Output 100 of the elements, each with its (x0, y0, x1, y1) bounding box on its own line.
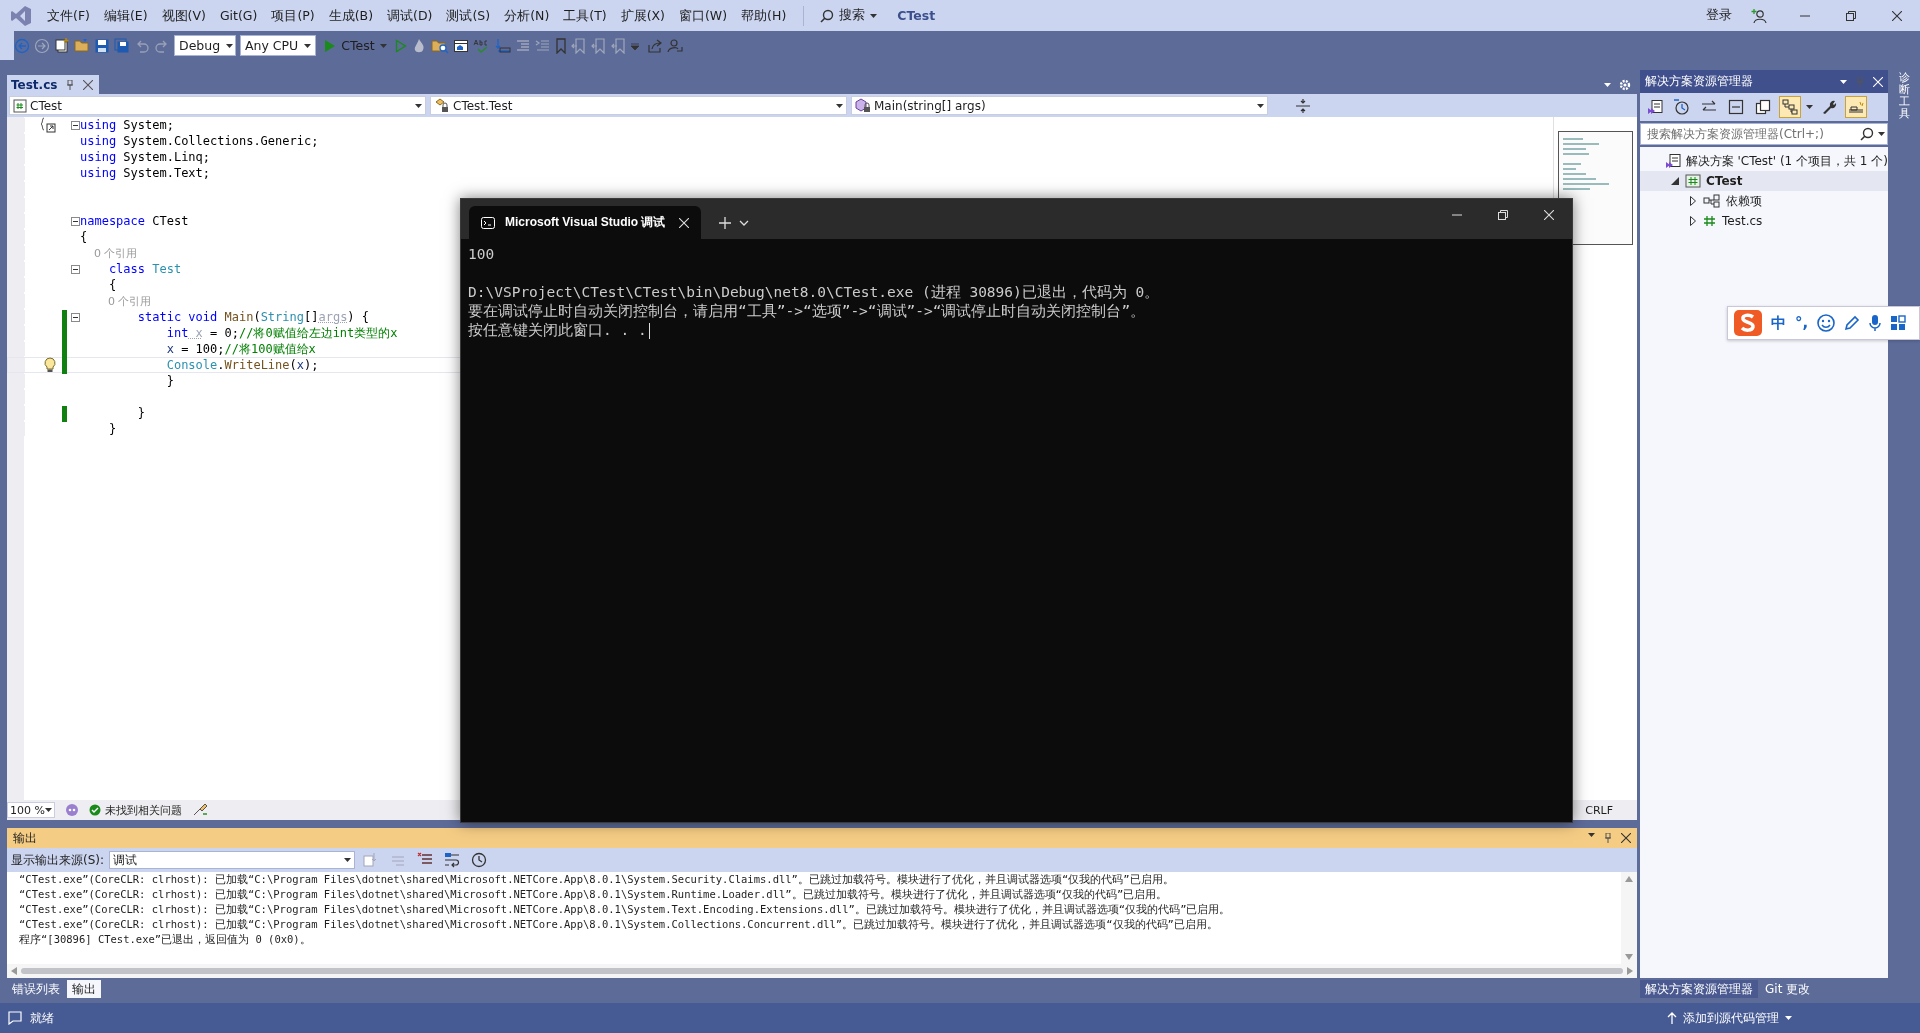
microphone-icon[interactable] (1869, 314, 1882, 332)
save-all-icon[interactable] (114, 37, 130, 54)
tree-view-icon[interactable] (1782, 99, 1798, 115)
search-icon[interactable] (1860, 127, 1874, 141)
document-tab[interactable]: Test.cs (7, 75, 100, 94)
menu-item[interactable]: 项目(P) (264, 5, 322, 26)
type-dropdown[interactable]: CTest.Test (430, 96, 847, 115)
project-dropdown[interactable]: CTest (9, 96, 426, 115)
save-icon[interactable] (94, 37, 110, 54)
member-dropdown[interactable]: Main(string[] args) (851, 96, 1268, 115)
panel-title: 解决方案资源管理器 (1645, 73, 1753, 90)
left-arrow-icon[interactable] (11, 967, 17, 975)
console-tab[interactable]: Microsoft Visual Studio 调试 (469, 206, 701, 239)
smiley-icon[interactable] (1817, 314, 1836, 332)
scrollbar-thumb[interactable] (21, 968, 1623, 974)
history-icon[interactable] (1673, 99, 1691, 115)
fold-box-icon[interactable] (70, 120, 80, 130)
menu-item[interactable]: 扩展(X) (613, 5, 672, 26)
bookmark-icon[interactable] (554, 37, 567, 54)
restore-icon[interactable] (1498, 210, 1508, 220)
sogou-logo-icon[interactable] (1734, 310, 1762, 336)
caret-icon[interactable] (1878, 132, 1885, 136)
code-line: using System.Text; (80, 165, 211, 181)
tree-item[interactable]: Test.cs (1640, 211, 1888, 231)
line-ending[interactable]: CRLF (1585, 803, 1613, 817)
fold-box-icon[interactable] (70, 312, 80, 322)
tree-item[interactable]: 依赖项 (1640, 191, 1888, 211)
new-item-icon[interactable] (54, 37, 70, 54)
feedback-icon[interactable] (666, 37, 683, 54)
brush-icon[interactable] (192, 803, 208, 817)
panel-tab[interactable]: Git 更改 (1760, 980, 1816, 998)
panel-tab[interactable]: 错误列表 (7, 980, 65, 998)
pencil-icon[interactable] (1844, 315, 1861, 331)
close-icon[interactable] (1621, 833, 1631, 843)
tree-item[interactable]: 解决方案 'CTest' (1 个项目，共 1 个) (1640, 151, 1888, 171)
window-icon[interactable] (452, 37, 469, 54)
caret-icon[interactable] (1806, 105, 1813, 109)
source-dropdown[interactable]: 调试 (109, 851, 356, 869)
search-field[interactable]: 搜索解决方案资源管理器(Ctrl+;) (1640, 123, 1888, 145)
side-tab[interactable]: 诊断工具 (1898, 72, 1910, 121)
pin-icon[interactable] (65, 79, 76, 90)
wrench-icon[interactable] (1821, 99, 1837, 115)
preview-icon[interactable] (1847, 100, 1865, 114)
menu-item[interactable]: 测试(S) (439, 5, 498, 26)
caret-icon (45, 808, 52, 812)
sign-in-link[interactable]: 登录 (1706, 7, 1732, 24)
search-button[interactable]: 搜索 (814, 5, 884, 26)
right-arrow-icon[interactable] (1627, 967, 1633, 975)
menu-item[interactable]: 分析(N) (497, 5, 557, 26)
split-icon[interactable] (1296, 98, 1310, 113)
menu-item[interactable]: 帮助(H) (734, 5, 794, 26)
caret-icon[interactable] (1840, 79, 1847, 84)
more-caret-icon[interactable] (630, 41, 639, 50)
source-control-button[interactable]: 添加到源代码管理 (1683, 1009, 1779, 1027)
menu-item[interactable]: 文件(F) (40, 5, 97, 26)
input-mode-button[interactable]: 中 (1771, 313, 1786, 333)
down-arrow-icon[interactable] (1625, 954, 1633, 960)
configuration-dropdown[interactable]: Debug (174, 35, 236, 56)
menu-item[interactable]: 编辑(E) (96, 5, 155, 26)
panel-tab[interactable]: 输出 (67, 980, 101, 998)
folder-search-icon[interactable] (430, 37, 449, 54)
copilot-icon[interactable] (65, 803, 79, 817)
vs-solution-icon[interactable] (1647, 99, 1663, 115)
menu-item[interactable]: 生成(B) (321, 5, 381, 26)
close-icon[interactable] (1892, 10, 1902, 21)
caret-icon (226, 43, 234, 48)
expanded-arrow-icon[interactable] (1671, 177, 1679, 185)
vs-logo-icon[interactable] (10, 4, 32, 27)
up-arrow-icon[interactable] (1625, 876, 1633, 882)
chevron-down-icon[interactable] (739, 219, 749, 226)
add-user-icon[interactable] (1751, 7, 1767, 24)
menu-item[interactable]: 工具(T) (556, 5, 614, 26)
word-wrap-icon[interactable] (444, 852, 461, 868)
lightbulb-icon[interactable] (44, 357, 56, 373)
fold-box-icon[interactable] (70, 216, 80, 226)
pin-icon[interactable] (1603, 833, 1613, 843)
clock-icon[interactable] (471, 852, 488, 868)
copy-icon[interactable] (1755, 99, 1771, 115)
gear-icon[interactable] (1619, 78, 1631, 91)
panel-title: 输出 (13, 829, 37, 847)
collapse-icon[interactable] (1728, 99, 1744, 115)
caret-icon[interactable] (1588, 833, 1595, 837)
issues-status[interactable]: 未找到相关问题 (105, 802, 182, 818)
zoom-dropdown[interactable]: 100 % (7, 802, 55, 818)
punctuation-button[interactable]: °, (1795, 314, 1809, 332)
csharp-file-icon (13, 98, 27, 113)
plus-icon[interactable] (719, 216, 731, 229)
menu-item[interactable]: 调试(D) (380, 5, 440, 26)
menu-item[interactable]: 视图(V) (154, 5, 213, 26)
restore-icon[interactable] (1846, 10, 1856, 21)
menu-item[interactable]: 窗口(W) (672, 5, 735, 26)
code-line: static void Main(String[]args) { (136, 309, 370, 325)
share-icon[interactable] (646, 37, 663, 54)
console-line: 要在调试停止时自动关闭控制台，请启用“工具”->“选项”->“调试”->“调试停止时自动关闭控制台”。 (468, 303, 1146, 319)
tree-item[interactable]: CTest (1640, 171, 1888, 191)
platform-dropdown[interactable]: Any CPU (240, 35, 317, 56)
grid-icon[interactable] (1890, 315, 1907, 331)
panel-tab[interactable]: 解决方案资源管理器 (1640, 980, 1758, 998)
menu-item[interactable]: Git(G) (212, 5, 265, 26)
fold-box-icon[interactable] (70, 264, 80, 274)
